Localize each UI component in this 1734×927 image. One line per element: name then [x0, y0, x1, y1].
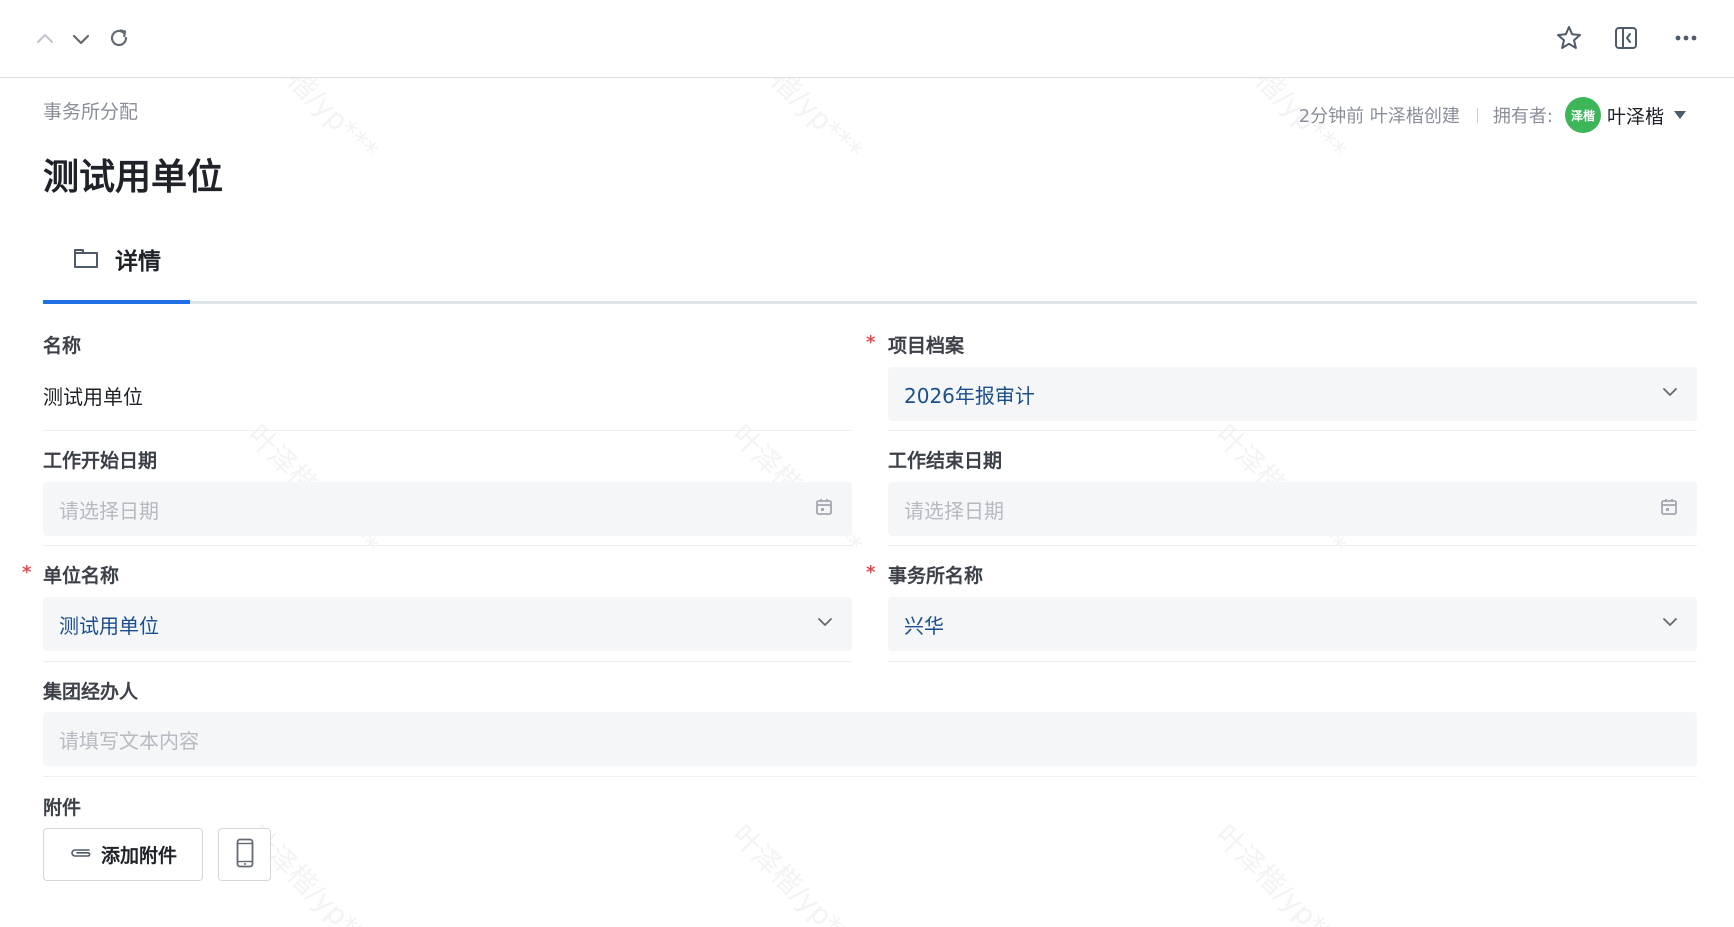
- created-info: 2分钟前 叶泽楷创建: [1298, 106, 1460, 127]
- tab-bar-divider: [43, 301, 1697, 304]
- breadcrumb[interactable]: 事务所分配: [43, 97, 138, 124]
- add-attachment-button[interactable]: 添加附件: [43, 828, 203, 881]
- mobile-upload-button[interactable]: [218, 828, 271, 881]
- row-divider: [888, 661, 1697, 662]
- tab-details[interactable]: 详情: [73, 242, 161, 276]
- group-agent-placeholder: 请填写文本内容: [59, 728, 199, 753]
- row-divider: [43, 661, 852, 662]
- chevron-down-icon: [816, 613, 834, 635]
- end-date-label: 工作结束日期: [888, 450, 1003, 472]
- required-mark: *: [866, 332, 876, 353]
- owner-dropdown-caret-icon[interactable]: [1674, 111, 1686, 119]
- folder-icon: [73, 245, 99, 273]
- start-date-placeholder: 请选择日期: [59, 498, 159, 523]
- group-agent-label: 集团经办人: [43, 681, 139, 703]
- project-file-select[interactable]: 2026年报审计: [888, 367, 1697, 421]
- required-mark: *: [22, 562, 32, 583]
- mobile-phone-icon: [236, 838, 254, 872]
- add-attachment-label: 添加附件: [100, 845, 177, 867]
- group-agent-input[interactable]: 请填写文本内容: [43, 712, 1697, 766]
- row-divider: [43, 430, 852, 431]
- more-icon[interactable]: [1670, 22, 1702, 54]
- project-file-value: 2026年报审计: [904, 383, 1035, 408]
- attachments-label: 附件: [43, 797, 82, 819]
- end-date-picker[interactable]: 请选择日期: [888, 482, 1697, 536]
- chevron-down-icon: [1661, 613, 1679, 635]
- refresh-icon[interactable]: [105, 24, 133, 52]
- unit-name-value: 测试用单位: [59, 613, 159, 638]
- firm-name-label: 事务所名称: [888, 565, 984, 587]
- meta-divider: [1476, 107, 1478, 123]
- end-date-placeholder: 请选择日期: [904, 498, 1004, 523]
- name-label: 名称: [43, 335, 82, 357]
- paperclip-icon: [69, 845, 93, 864]
- row-divider: [43, 776, 1697, 777]
- avatar[interactable]: 泽楷: [1564, 97, 1601, 133]
- watermark: 叶泽楷/yp***: [1209, 818, 1353, 927]
- chevron-down-icon[interactable]: [68, 26, 94, 52]
- name-value: 测试用单位: [43, 385, 143, 409]
- calendar-icon: [814, 497, 834, 521]
- firm-name-value: 兴华: [904, 613, 944, 638]
- chevron-down-icon: [1661, 383, 1679, 405]
- tab-details-label: 详情: [115, 249, 161, 275]
- row-divider: [888, 545, 1697, 546]
- start-date-label: 工作开始日期: [43, 450, 158, 472]
- sidebar-collapse-icon[interactable]: [1610, 22, 1642, 54]
- row-divider: [888, 430, 1697, 431]
- required-mark: *: [866, 562, 876, 583]
- owner-name[interactable]: 叶泽楷: [1607, 102, 1664, 129]
- row-divider: [43, 545, 852, 546]
- owner-label: 拥有者:: [1492, 106, 1553, 127]
- project-file-label: 项目档案: [888, 335, 965, 357]
- page-title: 测试用单位: [43, 157, 224, 198]
- unit-name-select[interactable]: 测试用单位: [43, 597, 852, 651]
- firm-name-select[interactable]: 兴华: [888, 597, 1697, 651]
- unit-name-label: 单位名称: [43, 565, 120, 587]
- start-date-picker[interactable]: 请选择日期: [43, 482, 852, 536]
- calendar-icon: [1659, 497, 1679, 521]
- tab-bar: 详情: [43, 228, 1697, 304]
- record-detail-page: 叶泽楷/yp*** 叶泽楷/yp*** 叶泽楷/yp*** 叶泽楷/yp*** …: [0, 0, 1734, 927]
- watermark: 叶泽楷/yp***: [725, 818, 869, 927]
- star-icon[interactable]: [1553, 22, 1585, 54]
- tab-active-indicator: [43, 300, 190, 304]
- record-meta: 2分钟前 叶泽楷创建 拥有者: 泽楷 叶泽楷: [1299, 97, 1686, 133]
- top-toolbar: [0, 0, 1734, 78]
- chevron-up-icon[interactable]: [32, 26, 58, 52]
